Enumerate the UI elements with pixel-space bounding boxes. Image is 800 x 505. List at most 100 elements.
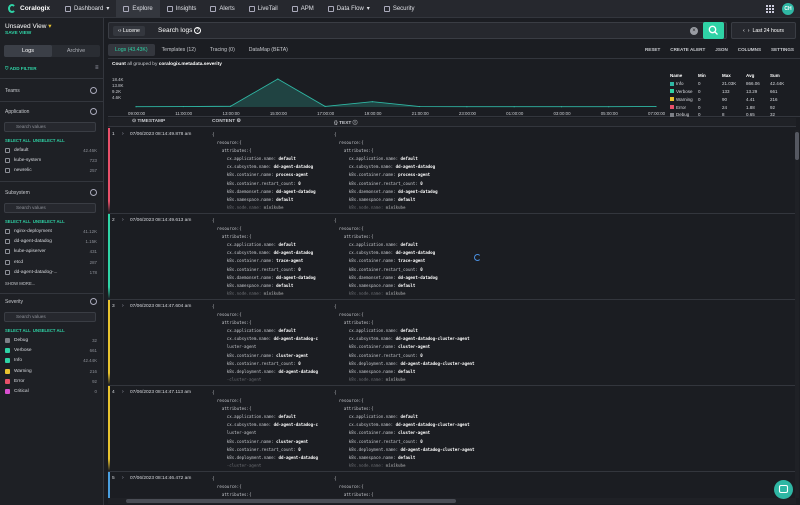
data-point[interactable] xyxy=(371,101,373,103)
checkbox[interactable] xyxy=(5,148,10,153)
legend-row[interactable]: Info 0 21.03K 866.06 42.44K xyxy=(670,80,796,88)
log-json[interactable]: { resource:{ attributes:{ xyxy=(334,475,373,498)
checkbox[interactable] xyxy=(5,358,10,364)
log-json[interactable]: { resource:{ attributes:{ cx.application… xyxy=(334,303,475,384)
section-severity[interactable]: Severity xyxy=(5,299,23,305)
vertical-scrollbar[interactable] xyxy=(795,130,799,498)
log-json[interactable]: { resource:{ attributes:{ cx.application… xyxy=(212,217,316,298)
data-point[interactable] xyxy=(655,105,657,108)
table-row[interactable]: 2 › 07/06/2023 08:14:49.613 am { resource:{… xyxy=(108,214,796,300)
query-language-button[interactable]: ‹› Lucene xyxy=(113,26,145,36)
nav-data-flow[interactable]: Data Flow ▾ xyxy=(321,0,377,18)
data-point[interactable] xyxy=(560,106,563,108)
search-button[interactable] xyxy=(703,22,724,39)
tab-datamap[interactable]: DataMap (BETA) xyxy=(242,44,295,56)
collapse-severity-icon[interactable] xyxy=(90,298,97,305)
filter-value-row[interactable]: Warning 216 xyxy=(5,367,97,376)
expand-row-icon[interactable]: › xyxy=(122,389,124,395)
data-point[interactable] xyxy=(277,78,279,80)
filter-value-row[interactable]: kube-apiserver 431 xyxy=(5,247,97,256)
filter-value-row[interactable]: nginx-deployment 41.12K xyxy=(5,227,97,236)
filter-value-row[interactable]: Error 92 xyxy=(5,377,97,386)
checkbox[interactable] xyxy=(5,249,10,255)
application-search-input[interactable]: Search values xyxy=(4,122,96,132)
chat-support-button[interactable] xyxy=(774,480,793,499)
filter-value-row[interactable]: Info 42.44K xyxy=(5,356,97,365)
time-forward-icon[interactable]: › xyxy=(748,28,750,34)
expand-teams-icon[interactable] xyxy=(90,87,97,94)
legend-row[interactable]: Warning 0 90 4.41 216 xyxy=(670,95,796,103)
series-line-info[interactable] xyxy=(135,78,657,108)
filter-value-row[interactable]: Debug 32 xyxy=(5,336,97,345)
create-alert-button[interactable]: CREATE ALERT xyxy=(670,47,705,52)
subsystem-search-input[interactable]: Search values xyxy=(4,203,96,213)
section-application[interactable]: Application xyxy=(5,109,29,115)
data-point[interactable] xyxy=(419,105,421,108)
text-column-header[interactable]: {} TEXT ⓘ xyxy=(334,119,357,126)
log-json[interactable]: { resource:{ attributes:{ cx.application… xyxy=(212,303,318,384)
checkbox[interactable] xyxy=(5,378,10,384)
data-point[interactable] xyxy=(229,105,232,107)
expand-row-icon[interactable]: › xyxy=(122,475,124,481)
nav-explore[interactable]: Explore xyxy=(116,0,160,18)
tab-tracing[interactable]: Tracing (0) xyxy=(203,44,242,56)
data-point[interactable] xyxy=(608,106,610,108)
log-json[interactable]: { resource:{ attributes:{ cx.application… xyxy=(334,217,438,298)
filter-value-row[interactable]: dd-agent-datadog 1.15K xyxy=(5,237,97,246)
query-input[interactable]: Search logs ? xyxy=(158,27,202,34)
timestamp-column-header[interactable]: ⊙ TIMESTAMP xyxy=(132,119,165,124)
nav-security[interactable]: Security xyxy=(377,0,422,18)
settings-button[interactable]: SETTINGS xyxy=(771,47,794,52)
legend-row[interactable]: Verbose 0 133 13.29 661 xyxy=(670,88,796,96)
nav-dashboard[interactable]: Dashboard ▾ xyxy=(58,0,116,18)
show-more-button[interactable]: SHOW MORE... xyxy=(5,281,35,286)
log-json[interactable]: { resource:{ attributes:{ xyxy=(212,475,251,498)
tab-templates[interactable]: Templates (12) xyxy=(155,44,203,56)
apps-grid-icon[interactable] xyxy=(766,5,774,13)
subsystem-select-all[interactable]: SELECT ALL UNSELECT ALL xyxy=(5,219,65,224)
coralogix-logo[interactable]: Coralogix xyxy=(0,4,58,13)
data-point[interactable] xyxy=(513,106,515,108)
checkbox[interactable] xyxy=(5,168,10,174)
data-point[interactable] xyxy=(466,106,468,108)
filter-value-row[interactable]: newrelic 257 xyxy=(5,166,97,175)
nav-apm[interactable]: APM xyxy=(285,0,321,18)
tab-archive[interactable]: Archive xyxy=(52,45,100,57)
collapse-application-icon[interactable] xyxy=(90,108,97,115)
checkbox[interactable] xyxy=(5,348,10,354)
checkbox[interactable] xyxy=(5,239,10,245)
application-select-all[interactable]: SELECT ALL UNSELECT ALL xyxy=(5,138,65,143)
collapse-icon[interactable]: ≡ xyxy=(95,65,99,71)
horizontal-scrollbar[interactable] xyxy=(108,498,796,504)
table-row[interactable]: 3 › 07/06/2023 08:14:47.604 am { resource:{… xyxy=(108,300,796,386)
add-filter-button[interactable]: ⛉ ADD FILTER xyxy=(5,66,37,71)
view-title[interactable]: Unsaved View ▾ xyxy=(5,22,52,30)
avatar[interactable]: CH xyxy=(782,3,794,15)
time-range-picker[interactable]: ‹ › Last 24 hours xyxy=(731,22,796,39)
collapse-subsystem-icon[interactable] xyxy=(90,189,97,196)
tab-logs[interactable]: Logs xyxy=(4,45,52,57)
reset-button[interactable]: RESET xyxy=(645,47,660,52)
expand-row-icon[interactable]: › xyxy=(122,131,124,137)
filter-value-row[interactable]: etcd 287 xyxy=(5,258,97,267)
clear-query-icon[interactable]: × xyxy=(690,27,698,35)
filter-value-row[interactable]: kube-system 723 xyxy=(5,156,97,165)
filter-value-row[interactable]: dd-agent-datadog-... 178 xyxy=(5,268,97,277)
help-icon[interactable]: ? xyxy=(194,27,202,34)
log-json[interactable]: { resource:{ attributes:{ cx.application… xyxy=(334,389,475,470)
columns-button[interactable]: COLUMNS xyxy=(738,47,761,52)
filter-value-row[interactable]: default 42.46K xyxy=(5,146,97,155)
tab-logs-count[interactable]: Logs (43.43K) xyxy=(108,44,155,56)
checkbox[interactable] xyxy=(5,259,10,265)
data-point[interactable] xyxy=(182,105,184,108)
checkbox[interactable] xyxy=(5,229,10,234)
log-json[interactable]: { resource:{ attributes:{ cx.application… xyxy=(334,131,438,212)
save-view-button[interactable]: SAVE VIEW xyxy=(5,31,31,36)
content-column-header[interactable]: CONTENT ⚙ xyxy=(212,119,241,124)
table-row[interactable]: 4 › 07/06/2023 08:14:47.113 am { resource:{… xyxy=(108,386,796,472)
table-row[interactable]: 5 › 07/06/2023 08:14:46.472 am { resource:{… xyxy=(108,472,796,498)
filter-value-row[interactable]: Verbose 661 xyxy=(5,346,97,355)
severity-search-input[interactable]: Search values xyxy=(4,312,96,322)
table-row[interactable]: 1 › 07/06/2023 08:14:49.878 am { resource:{… xyxy=(108,128,796,214)
expand-row-icon[interactable]: › xyxy=(122,217,124,223)
